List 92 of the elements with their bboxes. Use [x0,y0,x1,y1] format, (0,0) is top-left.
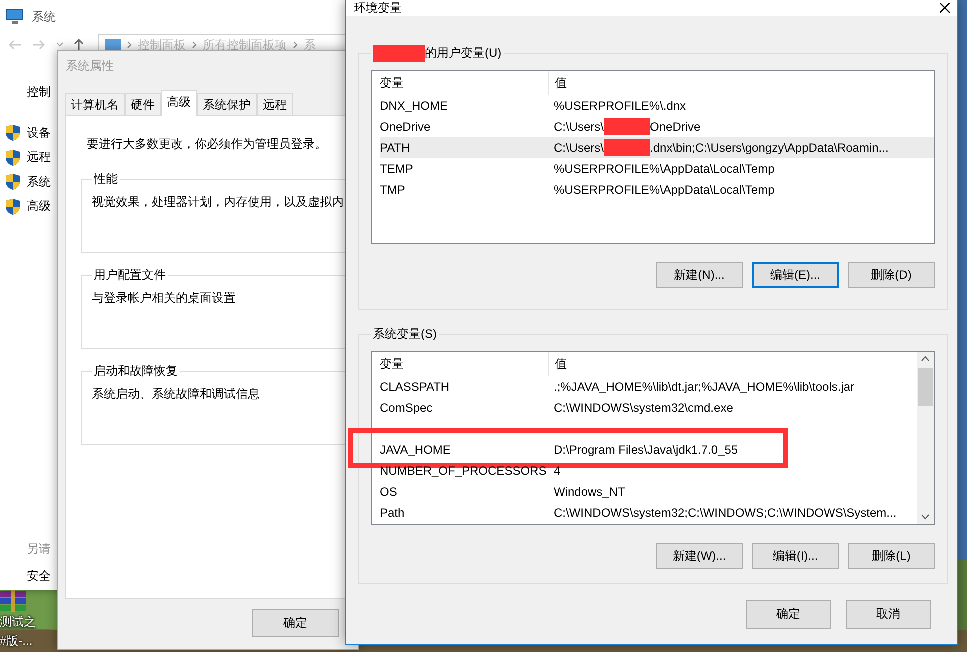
tab[interactable]: 远程 [257,93,293,115]
sidebar-link[interactable]: 高级 [27,198,51,216]
table-cell-text: Windows_NT [553,484,626,498]
monitor-icon [105,39,121,51]
caret-icon [56,42,64,48]
table-cell-text: ComSpec [380,400,434,414]
chevron-icon [192,41,197,49]
table-cell: .dnx\bin;C:\Users\gongzy\AppData\Roamin... [650,140,889,154]
sidebar-link[interactable]: 远程 [27,149,51,166]
table-row[interactable]: NUMBER_OF_PROCESSORS 4 [380,460,917,481]
table-row[interactable]: CLASSPATH .;%JAVA_HOME%\lib\dt.jar;%JAVA_HOME%\lib\tools.jar [380,376,917,397]
dialog-button[interactable]: 删除(D) [848,262,935,288]
dialog-button[interactable]: 新建(W)... [656,543,743,569]
table-cell-text: OS [380,484,398,498]
sidebar-link[interactable]: 系统 [27,174,51,191]
table-cell-text: PATH [380,140,412,154]
tab[interactable]: 高级 [161,90,197,116]
tab[interactable]: 硬件 [125,93,161,115]
icon-label[interactable]: #版-... [0,633,36,650]
sidebar-link[interactable]: 控制 [27,84,51,101]
group-title: 性能 [92,171,119,188]
column-header[interactable]: 变量 [380,71,549,95]
table-row[interactable]: TMP %USERPROFILE%\AppData\Local\Temp [380,179,934,200]
table-cell-text: %USERPROFILE%\.dnx [553,98,686,112]
tab[interactable]: 系统保护 [197,93,257,115]
column-header[interactable]: 变量 [380,352,549,376]
dialog-button[interactable]: 取消 [846,600,931,629]
scrollbar[interactable] [917,352,934,524]
table-cell-text: CLASSPATH [380,380,451,394]
group-description: 系统启动、系统故障和调试信息 [92,386,261,403]
dialog-button[interactable]: 确定 [746,600,831,629]
scroll-down-icon [921,514,930,520]
chevron-icon [127,41,132,49]
up-arrow-icon [74,39,84,51]
shield-icon [5,148,21,167]
table-cell-text: JAVA_HOME [380,442,452,456]
table-cell-text: Path [380,506,406,520]
shield-icon [5,198,21,216]
table-cell: OneDrive [650,120,701,134]
dialog-button[interactable]: 删除(L) [848,543,935,569]
table-cell-text: %USERPROFILE%\AppData\Local\Temp [553,162,775,176]
table-row[interactable]: DNX_HOME %USERPROFILE%\.dnx [380,95,934,116]
table-cell-text: C:\WINDOWS\system32\cmd.exe [553,400,734,414]
sidebar-link[interactable]: 安全 [27,568,51,585]
group-title: 系统变量(S) [373,326,437,343]
table-cell-text: C:\Users\ [553,120,604,134]
window-title: 系统 [32,8,56,26]
table-cell: NUMBER_OF_PROCESSORS [380,464,548,478]
table-row[interactable]: ComSpec C:\WINDOWS\system32\cmd.exe [380,397,917,418]
dialog-button[interactable]: 编辑(I)... [752,543,839,569]
table-row[interactable]: OneDrive C:\Users\ OneDrive [380,116,934,137]
dialog-button[interactable]: 新建(N)... [656,262,743,288]
table-cell-text: C:\WINDOWS\system32;C:\WINDOWS;C:\WINDOWS\System... [553,506,897,520]
tab[interactable]: 计算机名 [65,93,125,115]
monitor-icon [6,9,24,25]
table-row[interactable]: PATH C:\Users\ .dnx\bin;C:\Users\gongzy\AppData\Roamin... [380,137,934,158]
scroll-up-icon [921,356,930,362]
table-row[interactable]: OS Windows_NT [380,481,917,502]
back-arrow-icon [8,40,22,50]
column-header[interactable]: 值 [555,74,567,92]
chevron-icon [293,41,298,49]
group-title: 启动和故障恢复 [93,363,179,380]
table-cell-text: TEMP [380,162,414,176]
shield-icon [5,124,21,142]
group-description: 视觉效果，处理器计划，内存使用，以及虚拟内 [92,194,345,211]
scroll-thumb[interactable] [918,368,933,406]
table-cell-text: 4 [553,464,561,478]
close-icon [940,3,950,13]
dialog-title: 环境变量 [354,0,402,16]
table-cell-text: C:\Users\ [553,140,604,154]
group-description: 与登录帐户相关的桌面设置 [92,290,237,307]
table-row[interactable]: TEMP %USERPROFILE%\AppData\Local\Temp [380,158,934,179]
table-row[interactable]: JAVA_HOME D:\Program Files\Java\jdk1.7.0_55 [380,439,917,460]
table-row[interactable]: Path C:\WINDOWS\system32;C:\WINDOWS;C:\WINDOWS\System... [380,502,917,523]
table-cell-text: OneDrive [380,120,432,134]
sidebar-link[interactable]: 设备 [27,124,51,142]
archive-icon [0,590,26,612]
ok-button[interactable]: 确定 [252,609,339,637]
shield-icon [5,173,21,192]
table-cell-text: %USERPROFILE%\AppData\Local\Temp [553,182,775,196]
dialog-title: 系统属性 [65,58,115,75]
section-heading: 另请 [27,541,51,558]
notice-text: 要进行大多数更改，你必须作为管理员登录。 [87,136,328,153]
forward-arrow-icon [32,40,46,50]
column-header[interactable]: 值 [555,356,567,372]
table-cell-text: .;%JAVA_HOME%\lib\dt.jar;%JAVA_HOME%\lib\tools.jar [553,380,855,394]
group-title: 用户配置文件 [93,267,167,284]
table-cell-text: TMP [380,182,406,196]
group-title: 的用户变量(U) [425,45,502,62]
dialog-button[interactable]: 编辑(E)... [752,262,839,288]
table-cell-text: D:\Program Files\Java\jdk1.7.0_55 [553,442,738,456]
table-cell-text: DNX_HOME [380,98,450,112]
